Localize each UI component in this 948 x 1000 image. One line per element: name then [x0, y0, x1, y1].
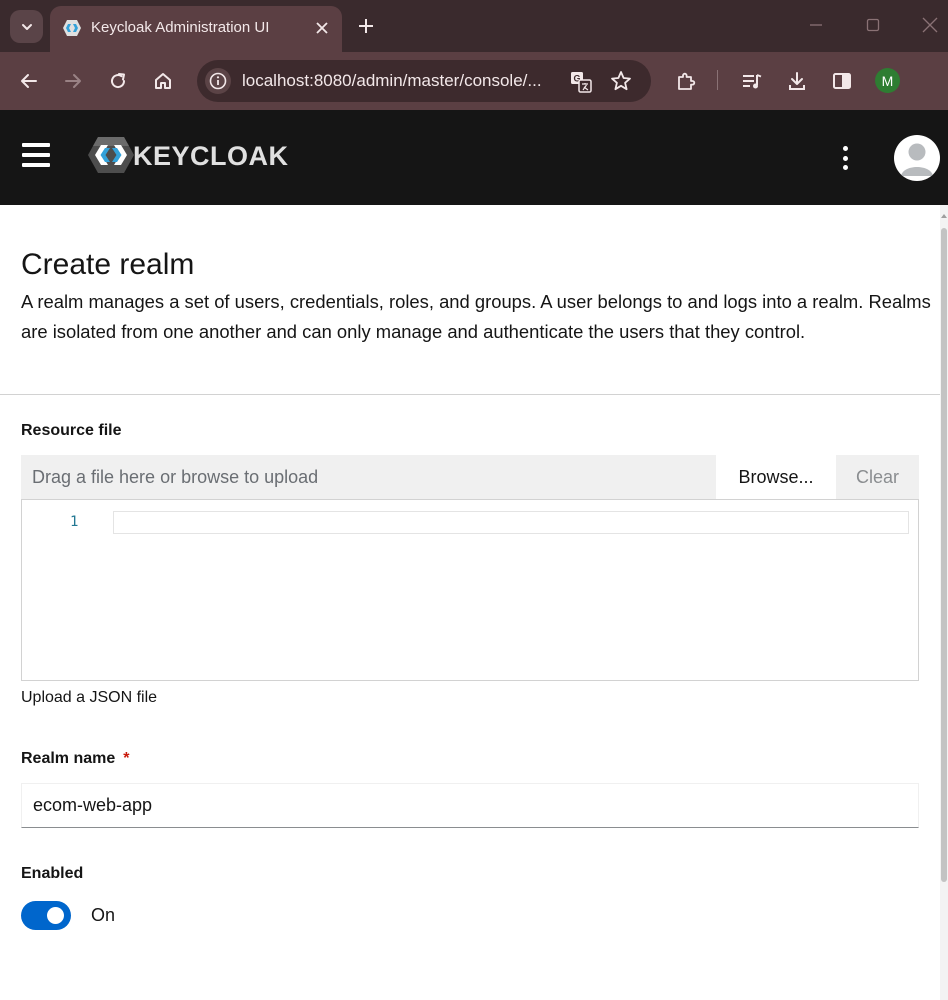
file-upload-bar[interactable]: Drag a file here or browse to upload Bro…	[21, 455, 919, 499]
tab-search-button[interactable]	[10, 10, 43, 43]
resource-file-label: Resource file	[21, 422, 122, 439]
reload-icon	[111, 73, 126, 89]
toggle-knob	[47, 907, 64, 924]
browser-tab-strip: Keycloak Administration UI	[0, 0, 948, 52]
scrollbar-thumb[interactable]	[941, 228, 947, 882]
hamburger-icon[interactable]	[22, 143, 50, 169]
keycloak-favicon-icon	[63, 20, 81, 36]
page-description: A realm manages a set of users, credenti…	[21, 291, 931, 342]
info-icon	[209, 72, 227, 90]
profile-avatar-button[interactable]: M	[875, 68, 900, 93]
tab-search-icon	[21, 23, 32, 30]
forward-button[interactable]	[58, 66, 88, 96]
editor-current-line[interactable]	[113, 511, 909, 534]
brand-name[interactable]: KEYCLOAK	[133, 141, 289, 172]
new-tab-button[interactable]	[353, 13, 379, 39]
editor-line-number: 1	[70, 514, 79, 530]
json-code-editor[interactable]: 1	[21, 499, 919, 681]
maximize-button[interactable]	[863, 15, 883, 35]
star-icon	[611, 71, 631, 91]
enabled-toggle-switch[interactable]	[21, 901, 71, 930]
realm-name-input[interactable]	[21, 783, 919, 828]
forward-arrow-icon	[65, 74, 81, 88]
reload-button[interactable]	[103, 66, 133, 96]
avatar-silhouette	[895, 136, 939, 180]
back-button[interactable]	[14, 66, 44, 96]
site-info-button[interactable]	[205, 68, 231, 94]
url-text[interactable]: localhost:8080/admin/master/console/...	[242, 71, 542, 91]
extensions-button[interactable]	[671, 66, 701, 96]
downloads-button[interactable]	[782, 66, 812, 96]
keycloak-logo-icon	[88, 137, 134, 173]
enabled-label: Enabled	[21, 865, 84, 882]
minimize-button[interactable]	[806, 15, 826, 35]
close-window-icon	[922, 17, 938, 33]
close-icon	[316, 22, 328, 34]
media-queue-icon	[743, 74, 762, 89]
translate-icon: G	[571, 72, 592, 93]
media-queue-button[interactable]	[737, 66, 767, 96]
back-arrow-icon	[21, 74, 37, 88]
user-avatar-icon[interactable]	[894, 135, 940, 181]
minimize-icon	[810, 24, 822, 26]
clear-button[interactable]: Clear	[836, 455, 919, 499]
maximize-icon	[866, 18, 880, 32]
extensions-icon	[678, 72, 696, 90]
side-panel-icon	[833, 73, 851, 89]
close-window-button[interactable]	[920, 15, 940, 35]
realm-name-label-text: Realm name	[21, 750, 116, 767]
file-upload-placeholder: Drag a file here or browse to upload	[32, 467, 319, 487]
scroll-up-icon[interactable]	[941, 212, 947, 220]
browser-toolbar: localhost:8080/admin/master/console/... …	[0, 52, 948, 110]
address-bar[interactable]: localhost:8080/admin/master/console/... …	[197, 60, 651, 102]
translate-button[interactable]: G	[569, 70, 593, 94]
kebab-menu-icon[interactable]	[835, 146, 855, 170]
bookmark-button[interactable]	[609, 69, 633, 93]
download-icon	[789, 72, 805, 90]
tab-close-button[interactable]	[311, 17, 333, 39]
browse-button[interactable]: Browse...	[716, 455, 836, 499]
page-title: Create realm	[21, 248, 195, 281]
plus-icon	[359, 19, 373, 33]
app-header: KEYCLOAK	[0, 110, 948, 205]
side-panel-button[interactable]	[827, 66, 857, 96]
toolbar-separator	[717, 70, 718, 90]
section-divider	[0, 394, 940, 395]
resource-file-helper-text: Upload a JSON file	[21, 689, 158, 706]
required-marker: *	[123, 750, 130, 767]
home-icon	[155, 73, 171, 89]
realm-name-label: Realm name *	[21, 750, 130, 768]
enabled-toggle-state: On	[91, 905, 116, 925]
home-button[interactable]	[148, 66, 178, 96]
tab-title: Keycloak Administration UI	[91, 19, 270, 36]
browser-tab-active[interactable]: Keycloak Administration UI	[50, 6, 342, 52]
